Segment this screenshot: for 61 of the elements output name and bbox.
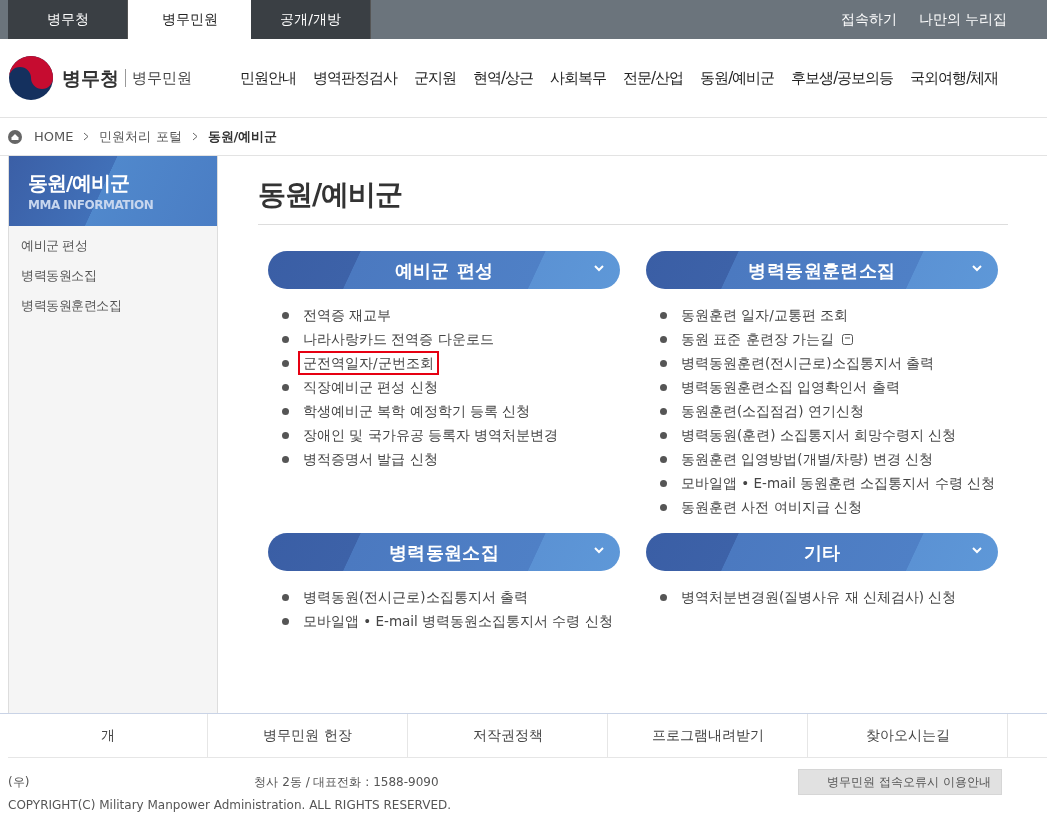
breadcrumb-link[interactable]: HOME — [34, 126, 74, 147]
service-link[interactable]: 동원훈련 입영방법(개별/차량) 변경 신청 — [676, 446, 938, 472]
nav-item[interactable]: 민원안내 — [240, 66, 296, 90]
address-text: (우) — [8, 773, 30, 791]
service-link[interactable]: 모바일앱 • E-mail 동원훈련 소집통지서 수령 신청 — [676, 470, 1001, 496]
section-title: 기타 — [803, 540, 841, 565]
nav-item[interactable]: 후보생/공보의등 — [791, 66, 894, 90]
nav-item[interactable]: 군지원 — [414, 66, 456, 90]
sidebar-subtitle: MMA INFORMATION — [28, 197, 155, 214]
service-link[interactable]: 전역증 재교부 — [298, 302, 397, 328]
nav-item[interactable]: 전문/산업 — [623, 66, 684, 90]
section-title: 병력동원훈련소집 — [748, 258, 896, 283]
service-link[interactable]: 군전역일자/군번조회 — [298, 350, 439, 376]
logo-subtext: 병무민원 — [132, 67, 192, 89]
service-link[interactable]: 병력동원(전시근로)소집통지서 출력 — [298, 584, 533, 610]
footer-link[interactable]: 저작권정책 — [408, 714, 608, 757]
service-link[interactable]: 나라사랑카드 전역증 다운로드 — [298, 326, 499, 352]
footer-link[interactable]: 프로그램내려받기 — [608, 714, 808, 757]
sidebar-item[interactable]: 병력동원훈련소집 — [21, 291, 217, 321]
top-link[interactable]: 접속하기 — [840, 9, 897, 30]
sidebar-item[interactable]: 예비군 편성 — [21, 231, 217, 261]
service-link[interactable]: 병력동원훈련(전시근로)소집통지서 출력 — [676, 350, 939, 376]
top-tab[interactable]: 병무민원 — [128, 0, 251, 39]
service-link[interactable]: 직장예비군 편성 신청 — [298, 374, 443, 400]
footer-link[interactable]: 찾아오시는길 — [808, 714, 1008, 757]
service-link[interactable]: 학생예비군 복학 예정학기 등록 신청 — [298, 398, 536, 424]
service-link[interactable]: 동원훈련 일자/교통편 조회 — [676, 302, 854, 328]
service-link[interactable]: 병력동원훈련소집 입영확인서 출력 — [676, 374, 905, 400]
breadcrumb-link[interactable]: 동원/예비군 — [207, 126, 278, 147]
top-tab[interactable]: 병무청 — [8, 0, 128, 39]
top-tab[interactable]: 공개/개방 — [251, 0, 371, 39]
service-link[interactable]: 병적증명서 발급 신청 — [298, 446, 443, 472]
service-link[interactable]: 동원 표준 훈련장 가는길 — [676, 326, 839, 352]
nav-item[interactable]: 국외여행/체재 — [910, 66, 999, 90]
nav-item[interactable]: 동원/예비군 — [700, 66, 775, 90]
service-link[interactable]: 동원훈련(소집점검) 연기신청 — [676, 398, 869, 424]
page-title: 동원/예비군 — [258, 177, 404, 213]
nav-item[interactable]: 현역/상근 — [473, 66, 534, 90]
section-header[interactable]: 병력동원훈련소집 — [646, 251, 998, 289]
service-link[interactable]: 병역처분변경원(질병사유 재 신체검사) 신청 — [676, 584, 962, 610]
section-title: 병력동원소집 — [388, 540, 500, 565]
service-link[interactable]: 병력동원(훈련) 소집통지서 희망수령지 신청 — [676, 422, 962, 448]
nav-item[interactable]: 사회복무 — [550, 66, 607, 90]
breadcrumb-link[interactable]: 민원처리 포털 — [99, 126, 182, 147]
footer-link[interactable]: 개 — [8, 714, 208, 757]
sidebar-item[interactable]: 병력동원소집 — [21, 261, 217, 291]
service-link[interactable]: 동원훈련 사전 여비지급 신청 — [676, 494, 867, 520]
section-header[interactable]: 병력동원소집 — [268, 533, 620, 571]
top-link[interactable]: 나만의 누리집 — [918, 9, 1007, 30]
nav-item[interactable]: 병역판정검사 — [313, 66, 397, 90]
address-text: 청사 2동 / 대표전화 : 1588-9090 — [254, 773, 439, 791]
service-link[interactable]: 모바일앱 • E-mail 병력동원소집통지서 수령 신청 — [298, 608, 618, 634]
help-button[interactable]: 병무민원 접속오류시 이용안내 — [798, 769, 1002, 795]
section-header[interactable]: 예비군 편성 — [268, 251, 620, 289]
section-header[interactable]: 기타 — [646, 533, 998, 571]
copyright-text: COPYRIGHT(C) Military Manpower Administration. ALL RIGHTS RESERVED. — [8, 796, 452, 814]
sidebar-title: 동원/예비군 — [28, 170, 131, 196]
logo-text: 병무청 — [62, 65, 119, 91]
footer-link[interactable]: 병무민원 헌장 — [208, 714, 408, 757]
section-title: 예비군 편성 — [394, 258, 494, 283]
service-link[interactable]: 장애인 및 국가유공 등록자 병역처분변경 — [298, 422, 564, 448]
